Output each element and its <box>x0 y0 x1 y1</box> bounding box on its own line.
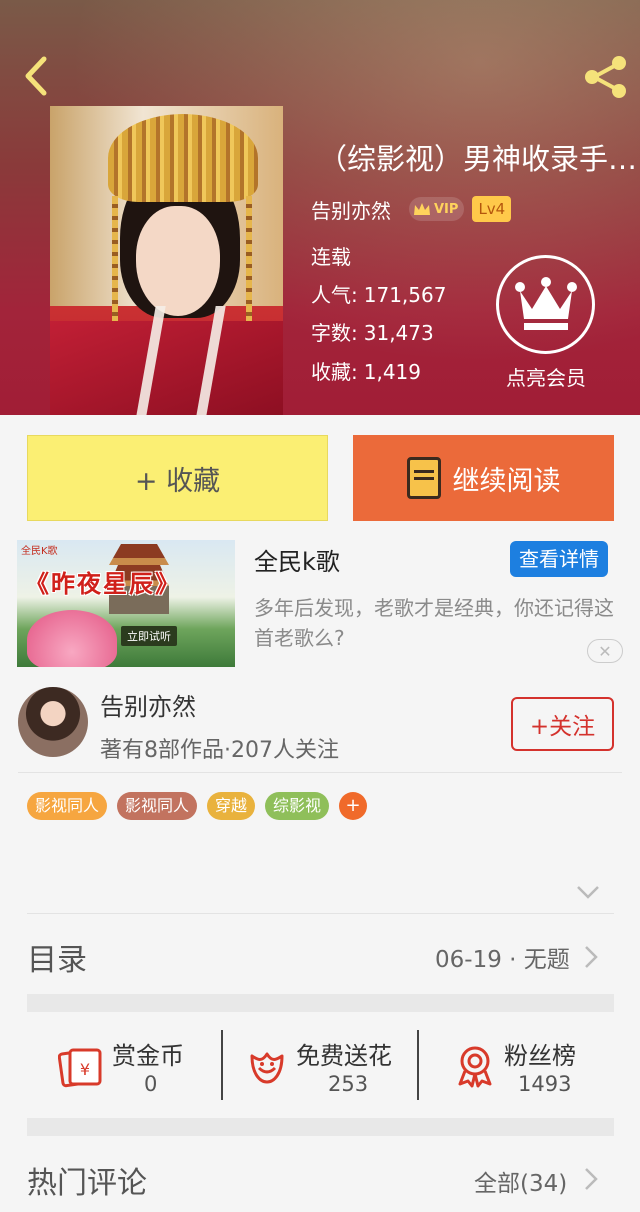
author-name[interactable]: 告别亦然 <box>311 195 391 224</box>
book-icon <box>406 457 441 499</box>
level-badge: Lv4 <box>472 196 512 222</box>
flower-icon <box>250 1052 284 1084</box>
section-separator <box>27 994 614 1012</box>
section-separator <box>27 1118 614 1136</box>
serial-status: 连载 <box>311 245 351 269</box>
favorites-label: 收藏: <box>311 360 358 384</box>
send-flowers-button[interactable]: 免费送花 253 <box>244 1030 414 1102</box>
author-card-name[interactable]: 告别亦然 <box>100 687 196 722</box>
book-header: （综影视）男神收录手… 告别亦然 VIP Lv4 连载 人气: 171,567 字… <box>0 0 640 415</box>
popularity-stat: 人气: 171,567 <box>311 280 446 310</box>
latest-chapter-link[interactable]: 06-19 · 无题 <box>435 940 570 974</box>
view-details-button[interactable]: 查看详情 <box>510 541 608 577</box>
author-row: 告别亦然 VIP Lv4 <box>311 194 512 224</box>
ad-description: 多年后发现，老歌才是经典，你还记得这首老歌么? <box>254 596 614 650</box>
tag-list: 影视同人 影视同人 穿越 综影视 + <box>27 792 368 820</box>
ad-listen-button[interactable]: 立即试听 <box>121 626 177 646</box>
author-avatar[interactable] <box>18 687 88 757</box>
ad-banner-image[interactable]: 全民K歌 《昨夜星辰》 立即试听 <box>17 540 235 667</box>
chevron-right-icon <box>585 946 598 968</box>
popularity-label: 人气: <box>311 283 358 307</box>
favorites-value: 1,419 <box>363 360 422 384</box>
continue-reading-button[interactable]: 继续阅读 <box>353 435 614 521</box>
fan-ranking-value: 1493 <box>518 1072 572 1096</box>
send-flowers-title: 免费送花 <box>296 1042 392 1070</box>
divider <box>221 1030 223 1100</box>
crown-icon <box>414 203 430 215</box>
crown-icon <box>514 276 577 330</box>
ad-image-logo: 全民K歌 <box>21 546 58 557</box>
table-of-contents-label[interactable]: 目录 <box>27 935 87 979</box>
fan-ranking-button[interactable]: 粉丝榜 1493 <box>452 1030 602 1102</box>
word-count-stat: 字数: 31,473 <box>311 318 434 348</box>
reward-coins-button[interactable]: ¥ 赏金币 0 <box>58 1030 208 1102</box>
back-button[interactable] <box>14 54 58 98</box>
ad-brand-name[interactable]: 全民k歌 <box>254 542 340 577</box>
ad-image-title: 《昨夜星辰》 <box>25 570 181 598</box>
close-icon: ✕ <box>598 641 612 661</box>
popularity-value: 171,567 <box>363 283 447 307</box>
share-icon <box>585 56 626 98</box>
reward-coins-title: 赏金币 <box>112 1042 184 1070</box>
book-cover-image[interactable] <box>50 106 283 415</box>
tag-item[interactable]: 综影视 <box>265 792 330 820</box>
send-flowers-value: 253 <box>328 1072 369 1096</box>
vip-label: VIP <box>434 201 459 217</box>
coin-envelope-icon: ¥ <box>58 1048 102 1088</box>
tag-item[interactable]: 影视同人 <box>27 792 108 820</box>
word-count-value: 31,473 <box>363 321 434 345</box>
reward-coins-value: 0 <box>144 1072 158 1096</box>
chevron-down-icon[interactable] <box>574 882 602 902</box>
ad-close-button[interactable]: ✕ <box>587 639 623 663</box>
chevron-right-icon <box>585 1168 598 1190</box>
share-button[interactable] <box>578 52 634 102</box>
hot-comments-label: 热门评论 <box>27 1166 147 1201</box>
word-count-label: 字数: <box>311 321 358 345</box>
more-tags-button[interactable]: + <box>339 792 368 820</box>
book-title: （综影视）男神收录手… <box>318 142 638 176</box>
vip-member-label[interactable]: 点亮会员 <box>490 362 602 391</box>
favorites-stat: 收藏: 1,419 <box>311 357 421 387</box>
follow-author-button[interactable]: +关注 <box>511 697 614 751</box>
divider <box>417 1030 419 1100</box>
all-comments-link[interactable]: 全部(34) <box>474 1164 567 1198</box>
svg-text:¥: ¥ <box>80 1060 90 1079</box>
vip-badge: VIP <box>409 197 465 221</box>
medal-icon <box>458 1046 492 1088</box>
tag-item[interactable]: 影视同人 <box>117 792 198 820</box>
divider <box>18 772 622 773</box>
fan-ranking-title: 粉丝榜 <box>504 1042 576 1070</box>
chevron-left-icon <box>25 56 47 96</box>
continue-reading-label: 继续阅读 <box>452 465 561 497</box>
divider <box>27 913 614 914</box>
vip-member-button[interactable] <box>496 255 595 354</box>
tag-item[interactable]: 穿越 <box>207 792 256 820</box>
add-to-collection-button[interactable]: + 收藏 <box>27 435 328 521</box>
author-card-meta: 著有8部作品·207人关注 <box>100 738 339 763</box>
